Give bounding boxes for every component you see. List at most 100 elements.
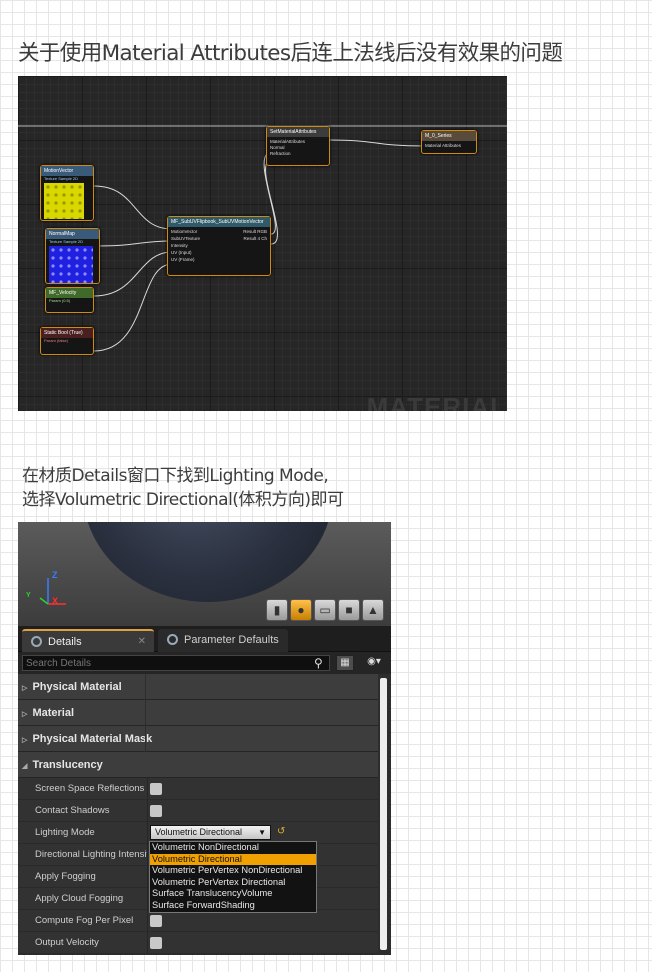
column-divider <box>147 866 148 888</box>
note-line: 选择Volumetric Directional(体积方向)即可 <box>22 490 344 510</box>
compute-fog-per-pixel-checkbox[interactable] <box>150 915 162 927</box>
instruction-note: 在材质Details窗口下找到Lighting Mode, 选择Volumetr… <box>22 464 344 512</box>
property-row: Contact Shadows <box>18 800 378 822</box>
column-divider <box>147 778 148 800</box>
column-divider <box>147 932 148 954</box>
node-subtitle: Texture Sample 2D <box>44 176 79 181</box>
dropdown-option[interactable]: Volumetric NonDirectional <box>150 842 316 854</box>
node-subtitle: Param (false) <box>44 338 69 343</box>
property-row: Screen Space Reflections <box>18 778 378 800</box>
wire-attributes-output <box>328 139 426 147</box>
column-divider <box>147 910 148 932</box>
cube-icon[interactable]: ■ <box>338 599 360 621</box>
category-physical-material[interactable]: ▷ Physical Material <box>18 674 378 700</box>
dropdown-option[interactable]: Surface ForwardShading <box>150 900 316 912</box>
column-divider <box>145 726 146 752</box>
expand-arrow-icon: ▷ <box>22 737 28 744</box>
tab-details[interactable]: Details ✕ <box>22 629 154 652</box>
node-motion-vector[interactable]: MotionVector Texture Sample 2D <box>40 165 94 221</box>
category-label: Physical Material Mask <box>32 733 153 745</box>
node-pin[interactable]: UV (Frame) <box>168 255 228 264</box>
wire-velocity <box>93 251 173 297</box>
category-label: Material <box>32 707 75 719</box>
reset-to-default-icon[interactable]: ↺ <box>277 826 285 837</box>
details-tab-icon <box>31 636 42 647</box>
column-divider <box>147 844 148 866</box>
category-physical-material-mask[interactable]: ▷ Physical Material Mask <box>18 726 378 752</box>
tab-label: Details <box>48 636 82 648</box>
column-divider <box>147 822 148 844</box>
wire-static-bool <box>93 263 173 352</box>
tab-label: Parameter Defaults <box>184 634 279 646</box>
axis-z-label: Z <box>52 570 58 580</box>
search-icon[interactable]: ⚲ <box>314 656 323 670</box>
collapse-arrow-icon: ◢ <box>22 763 28 770</box>
details-tab-bar: Details ✕ Parameter Defaults <box>18 626 391 652</box>
texture-preview-blue <box>49 246 93 283</box>
node-normal-map[interactable]: NormalMap Texture Sample 2D <box>45 228 100 284</box>
node-static-bool[interactable]: Static Bool (True) Param (false) <box>40 327 94 355</box>
node-material-output[interactable]: M_0_Series Material Attributes <box>421 130 477 154</box>
teapot-icon[interactable]: ▲ <box>362 599 384 621</box>
view-options-icon[interactable]: ▦ <box>336 655 354 671</box>
note-line: 在材质Details窗口下找到Lighting Mode, <box>22 466 329 486</box>
node-title: Static Bool (True) <box>41 328 93 338</box>
dropdown-option[interactable]: Volumetric PerVertex NonDirectional <box>150 865 316 877</box>
node-pin[interactable]: Material Attributes <box>422 141 476 150</box>
node-title: M_0_Series <box>422 131 476 141</box>
property-label: Output Velocity <box>35 937 99 948</box>
tab-parameter-defaults[interactable]: Parameter Defaults <box>158 629 288 652</box>
material-graph[interactable]: SetMaterialAttributes MaterialAttributes… <box>18 76 507 411</box>
visibility-eye-icon[interactable]: ◉▾ <box>360 655 388 671</box>
preview-viewport[interactable]: Z X Y ▮ ● ▭ ■ ▲ <box>18 522 391 626</box>
expand-arrow-icon: ▷ <box>22 711 28 718</box>
lighting-mode-select[interactable]: Volumetric Directional ▼ <box>150 825 271 840</box>
dropdown-option[interactable]: Surface TranslucencyVolume <box>150 888 316 900</box>
column-divider <box>145 674 146 700</box>
property-label: Apply Fogging <box>35 871 96 882</box>
node-pin[interactable]: Refraction <box>267 149 329 158</box>
axis-x-label: X <box>52 596 59 606</box>
property-label: Apply Cloud Fogging <box>35 893 124 904</box>
dropdown-option[interactable]: Volumetric PerVertex Directional <box>150 877 316 889</box>
wire-motionvector <box>93 185 173 230</box>
contact-shadows-checkbox[interactable] <box>150 805 162 817</box>
property-row: Compute Fog Per Pixel <box>18 910 378 932</box>
node-title: SetMaterialAttributes <box>267 127 329 137</box>
dropdown-option-selected[interactable]: Volumetric Directional <box>150 853 316 866</box>
axis-y-label: Y <box>26 592 31 599</box>
graph-watermark: MATERIAL <box>366 392 507 411</box>
close-icon[interactable]: ✕ <box>138 631 146 653</box>
category-translucency[interactable]: ◢ Translucency <box>18 752 378 778</box>
cylinder-icon[interactable]: ▮ <box>266 599 288 621</box>
details-scrollbar[interactable] <box>380 678 387 950</box>
scrollbar-thumb[interactable] <box>380 678 387 950</box>
chevron-down-icon: ▼ <box>258 828 266 837</box>
property-row: Output Velocity <box>18 932 378 954</box>
category-label: Translucency <box>32 759 103 771</box>
material-editor: Z X Y ▮ ● ▭ ■ ▲ Details ✕ Parameter Defa… <box>18 522 391 955</box>
node-set-material-attributes[interactable]: SetMaterialAttributes MaterialAttributes… <box>266 126 330 166</box>
column-divider <box>147 800 148 822</box>
node-pin[interactable]: Result 4 Ch <box>226 234 270 243</box>
parameter-tab-icon <box>167 634 178 645</box>
plane-icon[interactable]: ▭ <box>314 599 336 621</box>
property-label: Lighting Mode <box>35 827 95 838</box>
column-divider <box>147 888 148 910</box>
output-velocity-checkbox[interactable] <box>150 937 162 949</box>
lighting-mode-dropdown: Volumetric NonDirectional Volumetric Dir… <box>149 841 317 913</box>
texture-preview-yellow <box>44 183 84 219</box>
wire-normalmap <box>98 240 173 247</box>
sphere-icon[interactable]: ● <box>290 599 312 621</box>
lighting-mode-value: Volumetric Directional <box>155 827 243 837</box>
property-label: Directional Lighting Intensity <box>35 849 147 860</box>
node-subuv-flipbook[interactable]: MF_SubUVFlipbook_SubUVMotionVector Motio… <box>167 216 271 276</box>
node-subtitle: Texture Sample 2D <box>49 239 84 244</box>
column-divider <box>145 700 146 726</box>
node-velocity-param[interactable]: MF_Velocity Param (0.5) <box>45 287 94 313</box>
category-material[interactable]: ▷ Material <box>18 700 378 726</box>
screen-space-reflections-checkbox[interactable] <box>150 783 162 795</box>
search-input[interactable] <box>22 655 330 671</box>
property-label: Contact Shadows <box>35 805 110 816</box>
node-title: NormalMap <box>46 229 99 239</box>
